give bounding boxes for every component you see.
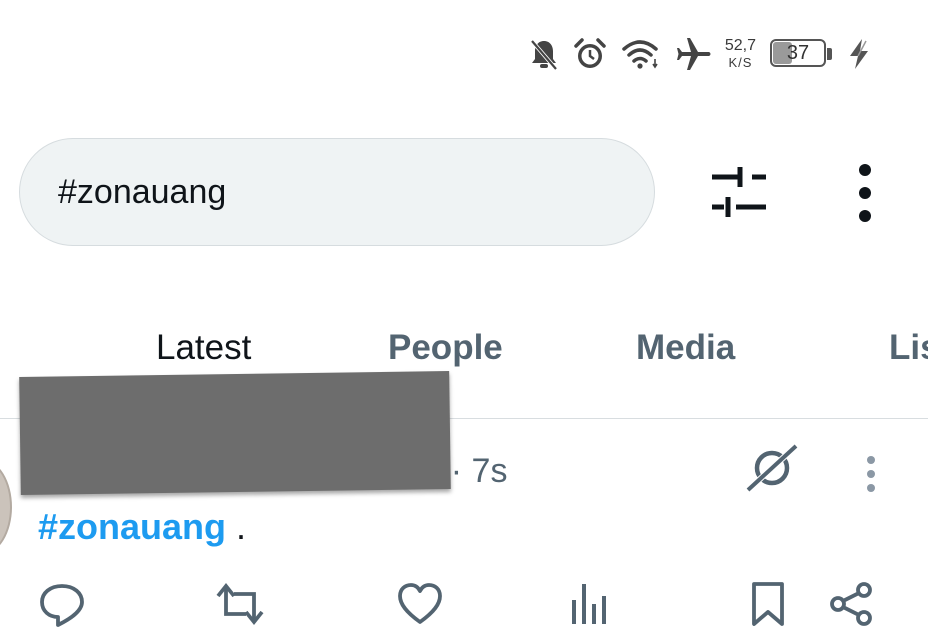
tweet-timestamp[interactable]: · 7s [451, 452, 508, 490]
tab-media[interactable]: Media [636, 328, 735, 368]
tweet-more-icon[interactable] [862, 454, 880, 494]
charging-bolt-icon [850, 39, 868, 69]
airplane-mode-icon [676, 38, 711, 70]
battery-level: 37 [786, 42, 810, 64]
redaction-block [19, 371, 451, 495]
search-box[interactable] [19, 138, 655, 246]
network-speed: 52,7 K/S [725, 37, 756, 71]
tab-lists[interactable]: Lis [889, 328, 928, 368]
sliders-icon[interactable] [706, 163, 770, 223]
kebab-menu-icon[interactable] [840, 160, 890, 226]
wifi-icon [622, 40, 658, 69]
search-input[interactable] [56, 171, 620, 213]
tweet-text-rest: . [226, 506, 247, 547]
network-speed-unit: K/S [728, 55, 753, 70]
tab-latest[interactable]: Latest [156, 328, 251, 368]
tweet-text: #zonauang . [38, 506, 246, 548]
grok-icon[interactable] [744, 442, 800, 494]
alarm-icon [574, 38, 606, 68]
avatar[interactable] [0, 460, 12, 554]
tweet-hashtag-link[interactable]: #zonauang [38, 506, 226, 547]
battery-indicator: 37 [770, 39, 832, 69]
notifications-off-icon [530, 39, 558, 71]
status-bar: 52,7 K/S 37 [529, 28, 872, 80]
tab-people[interactable]: People [388, 328, 503, 368]
network-speed-value: 52,7 [724, 37, 756, 54]
